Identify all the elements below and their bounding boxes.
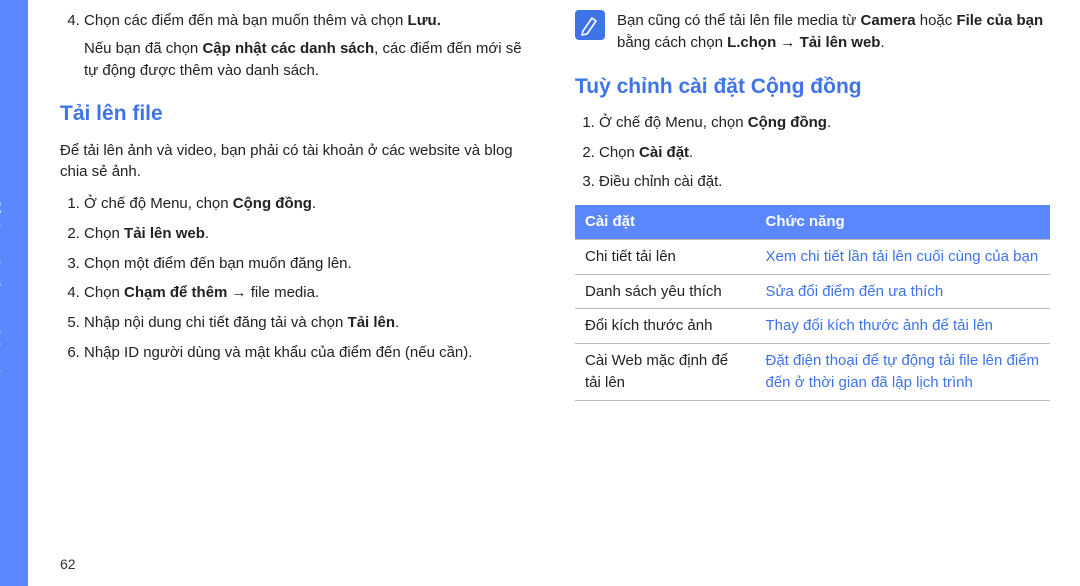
text: Chọn bbox=[84, 284, 124, 301]
left-steps: Ở chế độ Menu, chọn Cộng đồng. Chọn Tải … bbox=[60, 193, 535, 364]
list-item: Nhập ID người dùng và mật khẩu của điểm … bbox=[84, 342, 535, 364]
text: Chọn bbox=[599, 144, 639, 161]
table-row: Cài Web mặc định để tải lên Đặt điện tho… bbox=[575, 344, 1050, 401]
bold-text: Cộng đồng bbox=[233, 195, 312, 212]
text: → bbox=[776, 34, 799, 51]
text: Ở chế độ Menu, chọn bbox=[84, 195, 233, 212]
list-item: Nhập nội dung chi tiết đăng tải và chọn … bbox=[84, 312, 535, 334]
list-item: Chọn Chạm để thêm → file media. bbox=[84, 282, 535, 304]
right-steps: Ở chế độ Menu, chọn Cộng đồng. Chọn Cài … bbox=[575, 112, 1050, 193]
text: Nếu bạn đã chọn bbox=[84, 40, 202, 57]
list-item: Điều chỉnh cài đặt. bbox=[599, 171, 1050, 193]
bold-text: Chạm để thêm bbox=[124, 284, 227, 301]
cell-setting: Chi tiết tải lên bbox=[575, 239, 756, 274]
text: bằng cách chọn bbox=[617, 34, 727, 51]
table-header-function: Chức năng bbox=[756, 205, 1051, 239]
right-column: Bạn cũng có thể tải lên file media từ Ca… bbox=[575, 10, 1050, 576]
list-item: Chọn các điểm đến mà bạn muốn thêm và ch… bbox=[84, 10, 535, 81]
bold-text: Camera bbox=[861, 12, 916, 29]
text: Chọn bbox=[84, 225, 124, 242]
list-item: Ở chế độ Menu, chọn Cộng đồng. bbox=[84, 193, 535, 215]
bold-text: Tải lên bbox=[348, 314, 396, 331]
text: Nhập ID người dùng và mật khẩu của điểm … bbox=[84, 344, 472, 361]
table-row: Chi tiết tải lên Xem chi tiết lần tải lê… bbox=[575, 239, 1050, 274]
side-tab-label: Sử dụng các công cụ và ứng dụng bbox=[0, 200, 4, 480]
settings-table: Cài đặt Chức năng Chi tiết tải lên Xem c… bbox=[575, 205, 1050, 401]
cell-function: Thay đổi kích thước ảnh để tải lên bbox=[756, 309, 1051, 344]
text: . bbox=[205, 225, 209, 242]
cell-setting: Đổi kích thước ảnh bbox=[575, 309, 756, 344]
table-row: Danh sách yêu thích Sửa đổi điểm đến ưa … bbox=[575, 274, 1050, 309]
text: Chọn một điểm đến bạn muốn đăng lên. bbox=[84, 255, 352, 272]
bold-text: Tải lên web bbox=[124, 225, 205, 242]
text: . bbox=[689, 144, 693, 161]
bold-text: Cộng đồng bbox=[748, 114, 827, 131]
list-item: Chọn Cài đặt. bbox=[599, 142, 1050, 164]
side-tab: Sử dụng các công cụ và ứng dụng bbox=[0, 0, 28, 586]
lead-paragraph: Để tải lên ảnh và video, bạn phải có tài… bbox=[60, 140, 535, 184]
text: Chọn các điểm đến mà bạn muốn thêm và ch… bbox=[84, 12, 408, 29]
left-pre-list: Chọn các điểm đến mà bạn muốn thêm và ch… bbox=[60, 10, 535, 81]
text: Nhập nội dung chi tiết đăng tải và chọn bbox=[84, 314, 348, 331]
text: Ở chế độ Menu, chọn bbox=[599, 114, 748, 131]
bold-text: File của bạn bbox=[956, 12, 1043, 29]
section-title-customize: Tuỳ chỉnh cài đặt Cộng đồng bbox=[575, 72, 1050, 102]
section-title-upload: Tải lên file bbox=[60, 99, 535, 129]
text: → file media. bbox=[227, 284, 319, 301]
bold-text: Lưu. bbox=[408, 12, 441, 29]
bold-text: Tải lên web bbox=[800, 34, 881, 51]
list-item: Chọn Tải lên web. bbox=[84, 223, 535, 245]
page-content: Chọn các điểm đến mà bạn muốn thêm và ch… bbox=[60, 10, 1050, 576]
text: Bạn cũng có thể tải lên file media từ bbox=[617, 12, 861, 29]
note-box: Bạn cũng có thể tải lên file media từ Ca… bbox=[575, 10, 1050, 54]
table-row: Đổi kích thước ảnh Thay đổi kích thước ả… bbox=[575, 309, 1050, 344]
left-column: Chọn các điểm đến mà bạn muốn thêm và ch… bbox=[60, 10, 535, 576]
text: . bbox=[827, 114, 831, 131]
note-icon bbox=[575, 10, 605, 40]
list-item: Ở chế độ Menu, chọn Cộng đồng. bbox=[599, 112, 1050, 134]
cell-function: Sửa đổi điểm đến ưa thích bbox=[756, 274, 1051, 309]
cell-setting: Cài Web mặc định để tải lên bbox=[575, 344, 756, 401]
cell-function: Đặt điện thoại để tự động tải file lên đ… bbox=[756, 344, 1051, 401]
text: . bbox=[880, 34, 884, 51]
text: . bbox=[395, 314, 399, 331]
page-number: 62 bbox=[60, 554, 76, 574]
text: . bbox=[312, 195, 316, 212]
table-header-setting: Cài đặt bbox=[575, 205, 756, 239]
text: hoặc bbox=[916, 12, 957, 29]
cell-function: Xem chi tiết lần tải lên cuối cùng của b… bbox=[756, 239, 1051, 274]
text: Điều chỉnh cài đặt. bbox=[599, 173, 722, 190]
note-text: Bạn cũng có thể tải lên file media từ Ca… bbox=[617, 10, 1050, 54]
bold-text: Cập nhật các danh sách bbox=[202, 40, 374, 57]
list-item: Chọn một điểm đến bạn muốn đăng lên. bbox=[84, 253, 535, 275]
bold-text: Cài đặt bbox=[639, 144, 689, 161]
bold-text: L.chọn bbox=[727, 34, 776, 51]
cell-setting: Danh sách yêu thích bbox=[575, 274, 756, 309]
